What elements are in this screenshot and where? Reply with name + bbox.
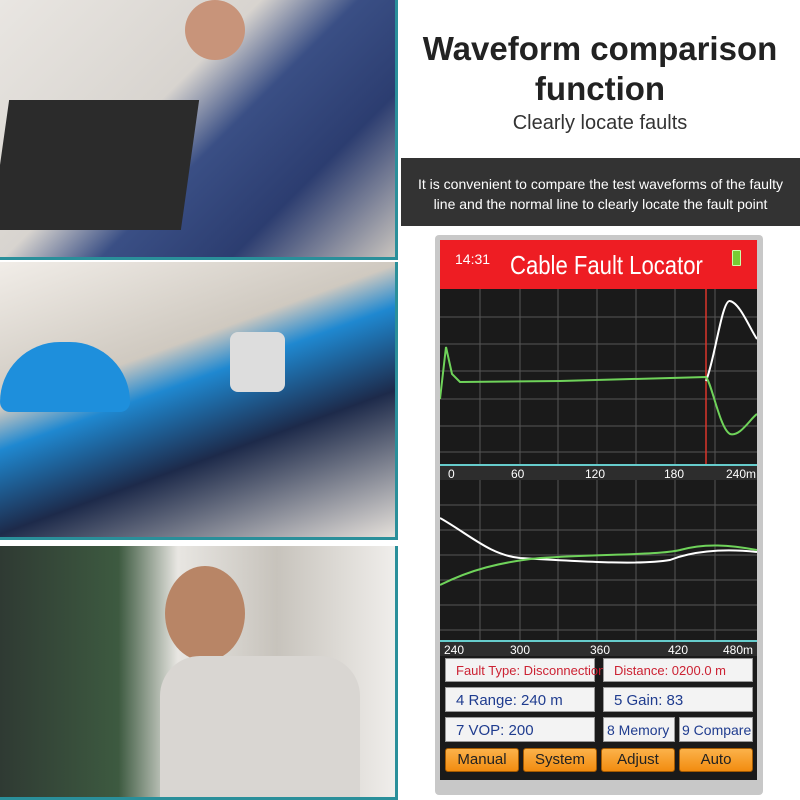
tick: 180: [664, 467, 685, 481]
tick: 0: [448, 467, 455, 481]
person-head: [185, 0, 245, 60]
headline-line2: function: [534, 70, 666, 107]
app-title: Cable Fault Locator: [510, 250, 703, 280]
clock: 14:31: [455, 251, 491, 267]
system-button[interactable]: System: [523, 748, 597, 772]
waveform-chart-1: [440, 289, 757, 464]
device-screen-frame: 14:31 Cable Fault Locator 0 60 120 180 2…: [435, 235, 763, 795]
battery-full-icon: [732, 250, 741, 266]
distance-field: Distance: 0200.0 m: [603, 658, 753, 682]
auto-button[interactable]: Auto: [679, 748, 753, 772]
tick: 240: [444, 643, 465, 657]
photo-technician-camera: [0, 262, 398, 540]
grid: [440, 289, 757, 464]
person-head: [165, 566, 245, 661]
fault-type-field: Fault Type: Disconnection: [445, 658, 605, 682]
tick: 60: [511, 467, 525, 481]
subtitle: Clearly locate faults: [512, 112, 688, 134]
range-setting[interactable]: 4 Range: 240 m: [445, 687, 595, 712]
device-screen: 14:31 Cable Fault Locator 0 60 120 180 2…: [440, 240, 757, 780]
normal-waveform: [705, 299, 757, 382]
grid: [440, 480, 757, 640]
chart-2-x-axis: 240 300 360 420 480m: [440, 640, 757, 657]
screen-header: 14:31 Cable Fault Locator: [440, 240, 757, 289]
headline-line1: Waveform comparison: [422, 30, 778, 67]
tick: 420: [668, 643, 689, 657]
tick: 360: [590, 643, 611, 657]
manual-button[interactable]: Manual: [445, 748, 519, 772]
tick: 120: [585, 467, 606, 481]
fault-waveform: [440, 346, 757, 436]
photo-technician-laptop: [0, 0, 398, 260]
tick: 300: [510, 643, 531, 657]
tick: 480m: [723, 643, 754, 657]
hard-hat: [0, 342, 130, 412]
waveform-chart-2: [440, 480, 757, 640]
description-banner: It is convenient to compare the test wav…: [401, 158, 800, 226]
security-camera: [230, 332, 285, 392]
compare-button[interactable]: 9 Compare: [679, 717, 753, 742]
photo-technician-server-rack: [0, 546, 398, 800]
striped-shirt: [160, 656, 360, 797]
memory-button[interactable]: 8 Memory: [603, 717, 675, 742]
laptop: [0, 100, 200, 230]
adjust-button[interactable]: Adjust: [601, 748, 675, 772]
chart-1-x-axis: 0 60 120 180 240m: [440, 464, 757, 481]
tick: 240m: [726, 467, 757, 481]
gain-setting[interactable]: 5 Gain: 83: [603, 687, 753, 712]
vop-setting[interactable]: 7 VOP: 200: [445, 717, 595, 742]
